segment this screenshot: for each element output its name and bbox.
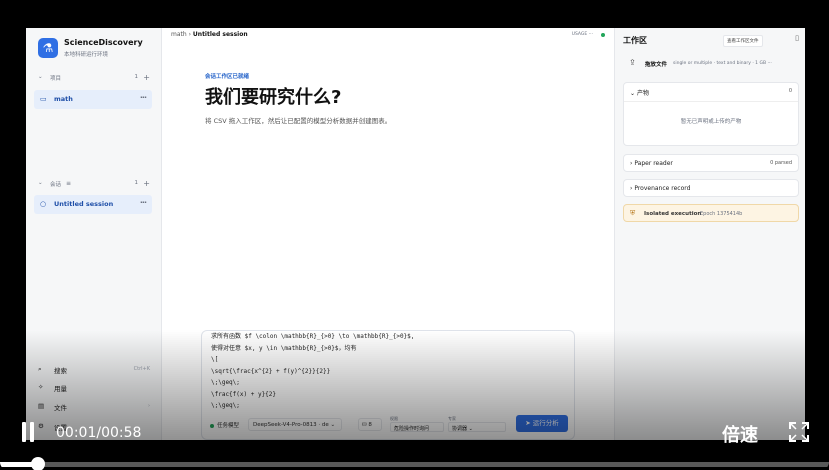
upload-icon: ⇪ — [629, 58, 636, 67]
search-icon: ⌕ — [38, 365, 42, 373]
search-label: 搜索 — [54, 367, 67, 375]
shield-icon: ⛨ — [630, 209, 636, 217]
gear-icon: ⚙ — [38, 422, 44, 430]
prompt-line: \sqrt{\frac{x^{2} + f(y)^{2}}{2}} — [211, 367, 331, 375]
composer-toolbar: 任务模型 DeepSeek-V4-Pro-0813 · de ⌄ ⛁ 8 权限 … — [202, 415, 574, 437]
model-label: 任务模型 — [217, 423, 240, 429]
projects-count: 1 — [134, 74, 139, 80]
progress-track[interactable] — [0, 462, 829, 467]
main-area: math › Untitled session USAGE ··· 会话工作区已… — [163, 28, 613, 440]
prompt-line: \frac{f(x) + y}{2} — [211, 390, 277, 398]
pause-button[interactable] — [20, 422, 36, 442]
more-icon[interactable]: ··· — [140, 198, 147, 207]
outputs-header[interactable]: ⌄ 产物 — [630, 88, 649, 97]
sidebar-item-math[interactable]: ▭ math ··· — [34, 90, 152, 109]
upload-hint: single or multiple · text and binary · 1… — [673, 61, 772, 66]
sessions-section-header[interactable]: ⌄ 会话 ≡ 1 + — [36, 179, 152, 192]
search-shortcut: Ctrl+K — [133, 366, 150, 372]
page-title: 我们要研究什么? — [205, 87, 342, 108]
mode-select[interactable]: 协调器 ⌄ — [448, 422, 506, 432]
video-frame: ⚗ ScienceDiscovery 本地科研运行环境 ⌄ 项目 1 + ▭ m… — [0, 0, 829, 470]
workspace-title: 工作区 — [623, 36, 647, 45]
sparkle-icon: ✧ — [38, 383, 44, 391]
projects-section-header[interactable]: ⌄ 项目 1 + — [36, 73, 152, 86]
chat-icon: ○ — [40, 200, 47, 208]
view-workspace-files-button[interactable]: 查看工作区文件 — [723, 35, 763, 47]
prompt-line: \;\geq\; — [211, 379, 240, 386]
breadcrumb: math › Untitled session — [171, 31, 248, 38]
provenance-header: › Provenance record — [630, 185, 691, 192]
sidebar: ⚗ ScienceDiscovery 本地科研运行环境 ⌄ 项目 1 + ▭ m… — [26, 28, 162, 440]
usage-badge[interactable]: USAGE ··· — [572, 32, 593, 37]
chevron-right-icon: › — [148, 403, 150, 409]
provenance-card[interactable]: › Provenance record — [623, 179, 799, 197]
permission-select[interactable]: 危险操作时询问 — [390, 422, 444, 432]
prompt-line: \;\geq\; — [211, 402, 240, 409]
session-label: Untitled session — [54, 200, 114, 208]
files-label: 文件 — [54, 404, 67, 412]
outputs-empty-message: 暂无已声明或上传的产物 — [680, 119, 742, 125]
file-icon: ▤ — [38, 402, 45, 410]
outputs-count: 0 — [788, 88, 792, 94]
sidebar-search[interactable]: ⌕ 搜索 Ctrl+K — [38, 365, 150, 377]
pause-bar-icon — [22, 422, 26, 442]
workspace-panel: 工作区 查看工作区文件 ▯ ⇪ 拖放文件 single or multiple … — [614, 28, 805, 440]
breadcrumb-project[interactable]: math — [171, 31, 187, 38]
divider — [624, 101, 798, 102]
prompt-composer[interactable]: 求所有函数 $f \colon \mathbb{R}_{>0} \to \mat… — [201, 330, 575, 440]
prompt-line: \[ — [211, 356, 219, 363]
outputs-card: ⌄ 产物 0 暂无已声明或上传的产物 — [623, 82, 799, 146]
add-session-icon[interactable]: + — [143, 179, 150, 188]
paper-reader-card[interactable]: › Paper reader 0 parsed — [623, 154, 799, 172]
upload-label: 拖放文件 — [645, 62, 668, 68]
sidebar-item-session[interactable]: ○ Untitled session ··· — [34, 195, 152, 214]
usage-label: 用量 — [54, 385, 67, 393]
filter-icon[interactable]: ≡ — [66, 180, 71, 187]
breadcrumb-session: Untitled session — [192, 31, 248, 38]
paper-reader-count: 0 parsed — [770, 160, 792, 166]
sidebar-files[interactable]: ▤ 文件 › — [38, 402, 150, 414]
prompt-text[interactable]: 求所有函数 $f \colon \mathbb{R}_{>0} \to \mat… — [211, 331, 567, 413]
database-selector[interactable]: ⛁ 8 — [358, 418, 382, 431]
panel-toggle-icon[interactable]: ▯ — [795, 34, 799, 42]
prompt-line: 求所有函数 $f \colon \mathbb{R}_{>0} \to \mat… — [211, 333, 415, 340]
playback-time: 00:01/00:58 — [56, 425, 142, 441]
paper-reader-header: › Paper reader — [630, 160, 673, 167]
status-dot — [601, 33, 605, 37]
brand-subtitle: 本地科研运行环境 — [64, 52, 109, 58]
isolated-label: Isolated execution — [644, 211, 702, 217]
app-window: ⚗ ScienceDiscovery 本地科研运行环境 ⌄ 项目 1 + ▭ m… — [26, 28, 805, 440]
chevron-down-icon: ⌄ — [38, 180, 43, 186]
brand-name: ScienceDiscovery — [64, 38, 143, 47]
prompt-line: 使得对任意 $x, y \in \mathbb{R}_{>0}$，均有 — [211, 344, 357, 352]
epoch-label: Epoch 1375414b — [700, 211, 743, 217]
playback-speed-button[interactable]: 倍速 — [722, 421, 758, 447]
chevron-down-icon: ⌄ — [38, 74, 43, 80]
workspace-ready-label: 会话工作区已就绪 — [205, 74, 250, 80]
run-analysis-button[interactable]: ➤ 运行分析 — [516, 415, 568, 432]
upload-dropzone[interactable]: ⇪ 拖放文件 single or multiple · text and bin… — [623, 56, 799, 72]
folder-icon: ▭ — [40, 95, 47, 103]
sessions-count: 1 — [134, 180, 139, 186]
page-subtitle: 将 CSV 拖入工作区，然后让已配置的模型分析数据并创建图表。 — [205, 117, 392, 125]
more-icon[interactable]: ··· — [140, 93, 147, 102]
pause-bar-icon — [30, 422, 34, 442]
flask-logo-icon: ⚗ — [38, 38, 58, 58]
progress-knob[interactable] — [31, 457, 45, 470]
add-project-icon[interactable]: + — [143, 73, 150, 82]
sessions-label: 会话 — [50, 182, 62, 188]
fullscreen-icon[interactable] — [789, 422, 809, 442]
model-select[interactable]: DeepSeek-V4-Pro-0813 · de ⌄ — [248, 418, 342, 431]
isolated-execution-banner: ⛨ Isolated execution Epoch 1375414b — [623, 204, 799, 222]
model-status-dot — [210, 424, 214, 428]
projects-label: 项目 — [50, 76, 62, 82]
sidebar-usage[interactable]: ✧ 用量 — [38, 383, 150, 395]
project-label: math — [54, 95, 73, 103]
